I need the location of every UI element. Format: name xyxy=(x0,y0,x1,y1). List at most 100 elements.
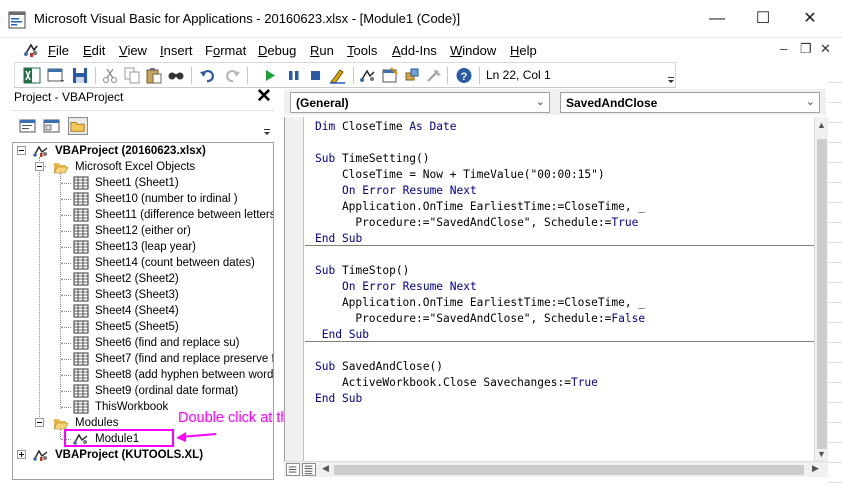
undo-icon[interactable] xyxy=(199,67,217,84)
project-panel-titlebar: Project - VBAProject ✕ xyxy=(12,87,274,109)
menu-view[interactable]: View xyxy=(119,43,147,58)
mdi-minimize-button[interactable]: – xyxy=(780,41,787,56)
scroll-left-icon[interactable]: ◀ xyxy=(322,463,329,474)
menu-edit[interactable]: Edit xyxy=(83,43,105,58)
worksheet-icon xyxy=(73,272,89,286)
help-icon[interactable]: ? xyxy=(455,67,473,84)
mdi-close-button[interactable]: ✕ xyxy=(820,41,831,57)
tree-connector xyxy=(61,263,71,264)
standard-toolbar: ? Ln 22, Col 1 xyxy=(14,62,676,88)
maximize-button[interactable]: ☐ xyxy=(752,8,774,30)
code-line: On Error Resume Next xyxy=(341,184,477,197)
reset-icon[interactable] xyxy=(307,67,325,84)
mdi-restore-button[interactable]: ❐ xyxy=(800,41,812,57)
toolbar-options-icon[interactable] xyxy=(667,65,675,85)
minimize-button[interactable]: — xyxy=(706,8,728,30)
excel-gridline xyxy=(828,302,842,303)
code-line: Sub SavedAndClose() xyxy=(315,360,443,373)
menu-tools[interactable]: Tools xyxy=(347,43,377,58)
find-icon[interactable] xyxy=(167,67,185,84)
procedure-view-icon[interactable] xyxy=(286,463,300,476)
project-close-button[interactable]: ✕ xyxy=(256,87,272,107)
expand-modules-toggle[interactable] xyxy=(35,418,44,427)
procedure-combo[interactable]: SavedAndClose ⌄ xyxy=(560,92,820,113)
tree-connector xyxy=(60,173,61,409)
expand-excel-objects-toggle[interactable] xyxy=(35,162,44,171)
code-margin-bar[interactable] xyxy=(285,117,304,461)
save-icon[interactable] xyxy=(71,67,89,84)
break-icon[interactable] xyxy=(285,67,303,84)
toolbox-icon[interactable] xyxy=(425,67,443,84)
code-horizontal-scrollbar[interactable]: ◀ ▶ xyxy=(284,461,828,477)
menu-debug[interactable]: Debug xyxy=(258,43,296,58)
excel-gridline xyxy=(828,342,842,343)
tree-connector xyxy=(61,375,71,376)
worksheet-icon xyxy=(73,304,89,318)
run-icon[interactable] xyxy=(261,67,279,84)
copy-icon[interactable] xyxy=(123,67,141,84)
excel-gridline xyxy=(828,422,842,423)
scroll-thumb[interactable] xyxy=(817,139,827,449)
menu-help[interactable]: Help xyxy=(510,43,537,58)
design-mode-icon[interactable] xyxy=(329,67,347,84)
excel-gridline xyxy=(828,242,842,243)
excel-gridline xyxy=(828,362,842,363)
tree-label: ThisWorkbook xyxy=(95,401,169,413)
tree-label: Sheet3 (Sheet3) xyxy=(95,289,179,301)
window-title: Microsoft Visual Basic for Applications … xyxy=(34,11,461,26)
insert-userform-icon[interactable] xyxy=(47,67,65,84)
excel-gridline xyxy=(828,482,842,483)
tree-connector xyxy=(61,343,71,344)
code-vertical-scrollbar[interactable]: ▲ ▼ xyxy=(814,117,828,461)
scroll-right-icon[interactable]: ▶ xyxy=(812,463,819,474)
menu-insert[interactable]: Insert xyxy=(160,43,193,58)
excel-gridline xyxy=(828,202,842,203)
excel-view-icon[interactable] xyxy=(23,67,41,84)
code-line: Sub TimeStop() xyxy=(315,264,410,277)
code-line: End Sub xyxy=(315,392,363,405)
menu-file[interactable]: File xyxy=(48,43,69,58)
expand-root2-toggle[interactable] xyxy=(17,450,26,459)
toggle-folders-icon[interactable] xyxy=(68,117,88,135)
code-line: CloseTime = Now + TimeValue("00:00:15") xyxy=(315,168,605,181)
code-line: Procedure:="SavedAndClose", Schedule:=Tr… xyxy=(315,216,639,229)
scroll-up-icon[interactable]: ▲ xyxy=(817,120,826,130)
tree-label: Sheet2 (Sheet2) xyxy=(95,273,179,285)
object-browser-icon[interactable] xyxy=(403,67,421,84)
menu-add-ins[interactable]: Add-Ins xyxy=(392,43,437,58)
tree-label: Sheet12 (either or) xyxy=(95,225,191,237)
toolbar-separator xyxy=(479,67,480,84)
worksheet-icon xyxy=(73,224,89,238)
horizontal-scroll-thumb[interactable] xyxy=(334,465,804,475)
expand-root1-toggle[interactable] xyxy=(17,146,26,155)
code-editor[interactable]: Dim CloseTime As Date Sub TimeSetting() C… xyxy=(284,117,814,461)
project-toolbar-options-icon[interactable] xyxy=(263,119,271,137)
code-line: On Error Resume Next xyxy=(341,280,477,293)
scroll-down-icon[interactable]: ▼ xyxy=(817,449,826,459)
properties-window-icon[interactable] xyxy=(381,67,399,84)
menu-format[interactable]: Format xyxy=(205,43,246,58)
tree-label: Sheet10 (number to irdinal ) xyxy=(95,193,238,205)
close-window-button[interactable]: ✕ xyxy=(799,8,821,30)
menu-window[interactable]: Window xyxy=(450,43,496,58)
view-object-icon[interactable] xyxy=(42,117,62,135)
redo-icon[interactable] xyxy=(223,67,241,84)
vba-app-icon xyxy=(8,11,26,29)
project-panel-title: Project - VBAProject xyxy=(14,90,124,104)
project-explorer-icon[interactable] xyxy=(359,67,377,84)
vba-project-icon[interactable] xyxy=(22,41,40,59)
menu-run[interactable]: Run xyxy=(310,43,334,58)
tree-connector xyxy=(61,279,71,280)
svg-text:?: ? xyxy=(461,71,468,83)
tree-connector xyxy=(39,157,40,425)
full-module-view-icon[interactable] xyxy=(302,463,316,476)
excel-gridline xyxy=(828,122,842,123)
view-code-icon[interactable] xyxy=(18,117,38,135)
tree-label: Sheet6 (find and replace su) xyxy=(95,337,240,349)
tree-label: VBAProject (KUTOOLS.XL) xyxy=(55,449,204,461)
cut-icon[interactable] xyxy=(101,67,119,84)
code-window-header: (General) ⌄ SavedAndClose ⌄ xyxy=(284,89,826,115)
object-combo[interactable]: (General) ⌄ xyxy=(290,92,550,113)
vba-project-icon xyxy=(33,449,48,461)
paste-icon[interactable] xyxy=(145,67,163,84)
